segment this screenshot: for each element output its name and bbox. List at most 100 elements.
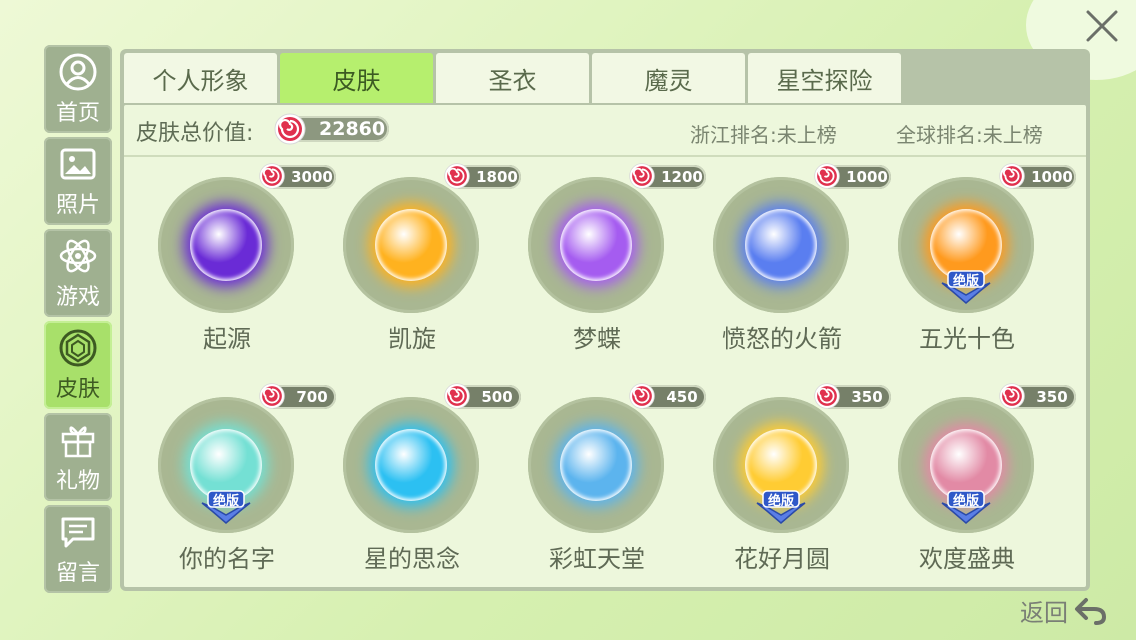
limited-edition-badge: 绝版: [198, 489, 254, 525]
skin-orb: [745, 209, 817, 281]
skin-orb: [190, 209, 262, 281]
gift-icon: [61, 426, 95, 458]
skin-orb: [560, 429, 632, 501]
skin-card[interactable]: 1800 凯旋: [337, 157, 521, 367]
candy-coin-icon: [444, 383, 470, 409]
sidebar-item-label: 照片: [55, 193, 100, 218]
limited-edition-badge: 绝版: [753, 489, 809, 525]
skin-price-badge: 1000: [814, 163, 891, 189]
close-button[interactable]: [1082, 6, 1122, 46]
tab-bar: 个人形象 皮肤 圣衣 魔灵 星空探险: [124, 53, 901, 103]
limited-edition-label: 绝版: [212, 494, 239, 509]
skin-price: 500: [481, 388, 513, 406]
global-rank: 全球排名:未上榜: [896, 123, 1043, 147]
sidebar-item-label: 首页: [55, 101, 100, 126]
message-icon: [61, 517, 95, 548]
skin-price: 3000: [291, 168, 333, 186]
atom-icon: [59, 239, 97, 273]
limited-edition-badge: 绝版: [938, 489, 994, 525]
skin-card[interactable]: 500 星的思念: [337, 377, 521, 587]
skins-content: 皮肤总价值: 22860 浙江排名:未上榜 全球排名:未上榜 3000 起源 180…: [124, 105, 1086, 587]
skin-card[interactable]: 450 彩虹天堂: [522, 377, 706, 587]
skin-price: 1800: [476, 168, 518, 186]
tab-star-exploration[interactable]: 星空探险: [748, 53, 901, 103]
sidebar-item-label: 皮肤: [55, 377, 100, 402]
back-label: 返回: [1020, 599, 1068, 627]
total-value-label: 皮肤总价值:: [136, 121, 254, 146]
skin-card[interactable]: 1000 绝版五光十色: [892, 157, 1076, 367]
sidebar-item-label: 留言: [55, 561, 100, 586]
skins-grid: 3000 起源 1800 凯旋 1200 梦蝶 1000 愤怒的火箭 1000 绝版 五光十色 700…: [124, 157, 1086, 587]
sidebar-item-photos[interactable]: 照片: [44, 137, 112, 225]
skin-price: 1000: [846, 168, 888, 186]
skin-price: 1200: [661, 168, 703, 186]
skin-card[interactable]: 350 绝版花好月圆: [707, 377, 891, 587]
sidebar: 首页 照片 游戏 皮肤 礼物 留言: [44, 45, 112, 597]
skin-price-badge: 1200: [629, 163, 706, 189]
skin-icon: [59, 329, 97, 367]
skin-orb: [560, 209, 632, 281]
total-value: 22860: [319, 118, 386, 140]
skin-name: 凯旋: [388, 325, 436, 353]
tab-demon-spirit[interactable]: 魔灵: [592, 53, 745, 103]
skin-card[interactable]: 1200 梦蝶: [522, 157, 706, 367]
candy-coin-icon: [814, 163, 840, 189]
skin-price-badge: 500: [444, 383, 521, 409]
back-arrow-icon: [1075, 597, 1107, 625]
limited-edition-label: 绝版: [952, 274, 979, 289]
skin-name: 起源: [203, 325, 251, 353]
tab-holy-cloth[interactable]: 圣衣: [436, 53, 589, 103]
skin-name: 愤怒的火箭: [722, 325, 842, 353]
limited-edition-label: 绝版: [767, 494, 794, 509]
skin-card[interactable]: 350 绝版欢度盛典: [892, 377, 1076, 587]
skin-orb: [375, 209, 447, 281]
skin-price-badge: 3000: [259, 163, 336, 189]
candy-coin-icon: [259, 163, 285, 189]
skin-price: 700: [296, 388, 328, 406]
skin-card[interactable]: 1000 愤怒的火箭: [707, 157, 891, 367]
limited-edition-label: 绝版: [952, 494, 979, 509]
candy-coin-icon: [259, 383, 285, 409]
skin-name: 五光十色: [919, 325, 1015, 353]
tab-avatar[interactable]: 个人形象: [124, 53, 277, 103]
sidebar-item-messages[interactable]: 留言: [44, 505, 112, 593]
tab-skins[interactable]: 皮肤: [280, 53, 433, 103]
skin-price: 450: [666, 388, 698, 406]
skin-price: 350: [851, 388, 883, 406]
skin-name: 欢度盛典: [919, 545, 1015, 573]
skin-price-badge: 350: [814, 383, 891, 409]
candy-coin-icon: [999, 383, 1025, 409]
total-value-badge: 22860: [274, 113, 389, 145]
skin-orb: [375, 429, 447, 501]
skin-price-badge: 1000: [999, 163, 1076, 189]
sidebar-item-home[interactable]: 首页: [44, 45, 112, 133]
skin-name: 星的思念: [364, 545, 460, 573]
sidebar-item-games[interactable]: 游戏: [44, 229, 112, 317]
user-icon: [59, 53, 97, 91]
skin-price-badge: 1800: [444, 163, 521, 189]
skin-price-badge: 700: [259, 383, 336, 409]
skin-price: 1000: [1031, 168, 1073, 186]
zhejiang-rank: 浙江排名:未上榜: [690, 123, 837, 147]
skin-name: 梦蝶: [573, 325, 621, 353]
skin-summary-bar: 皮肤总价值: 22860 浙江排名:未上榜 全球排名:未上榜: [124, 105, 1086, 157]
candy-coin-icon: [814, 383, 840, 409]
back-button[interactable]: 返回: [1020, 593, 1108, 628]
sidebar-item-skins[interactable]: 皮肤: [44, 321, 112, 409]
sidebar-item-label: 礼物: [55, 469, 100, 494]
candy-coin-icon: [999, 163, 1025, 189]
close-icon: [1086, 10, 1118, 42]
skin-card[interactable]: 700 绝版你的名字: [152, 377, 336, 587]
candy-coin-icon: [629, 383, 655, 409]
sidebar-item-label: 游戏: [55, 285, 100, 310]
skin-price-badge: 450: [629, 383, 706, 409]
main-panel: 个人形象 皮肤 圣衣 魔灵 星空探险 皮肤总价值: 22860 浙江排名:未上榜…: [120, 49, 1090, 591]
skin-name: 彩虹天堂: [549, 545, 645, 573]
sidebar-item-gifts[interactable]: 礼物: [44, 413, 112, 501]
skin-name: 你的名字: [179, 545, 275, 573]
skin-name: 花好月圆: [734, 545, 830, 573]
photo-icon: [60, 148, 96, 180]
skin-card[interactable]: 3000 起源: [152, 157, 336, 367]
candy-coin-icon: [274, 113, 306, 145]
skin-price-badge: 350: [999, 383, 1076, 409]
